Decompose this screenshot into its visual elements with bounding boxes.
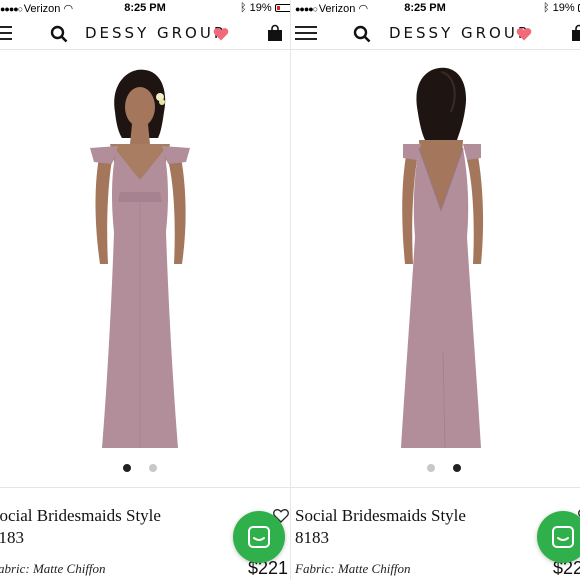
product-title: Social Bridesmaids Style 8183 bbox=[295, 505, 525, 549]
top-nav: DESSY GROUP bbox=[291, 18, 580, 50]
clock: 8:25 PM bbox=[404, 2, 446, 14]
chat-button[interactable] bbox=[537, 511, 580, 563]
screenshot-right: ●●●●○ Verizon ︎◠ 8:25 PM ᛒ 19% DESSY GRO… bbox=[290, 0, 580, 580]
brand-logo[interactable]: DESSY GROUP bbox=[389, 24, 530, 42]
status-right: ᛒ 19% bbox=[543, 2, 580, 14]
shopping-bag-icon[interactable] bbox=[267, 24, 283, 42]
product-title: Social Bridesmaids Style 8183 bbox=[0, 505, 220, 549]
chat-icon bbox=[552, 526, 574, 548]
style-number: 8183 bbox=[0, 528, 24, 547]
battery-percent: 19% bbox=[552, 2, 575, 14]
battery-icon bbox=[274, 4, 290, 12]
carousel-dot-active[interactable] bbox=[123, 464, 131, 472]
chat-button[interactable] bbox=[233, 511, 285, 563]
fabric-label: Fabric: Matte Chiffon bbox=[295, 561, 411, 576]
divider bbox=[0, 487, 290, 488]
divider bbox=[291, 487, 580, 488]
heart-icon[interactable] bbox=[516, 26, 532, 42]
carousel-dot[interactable] bbox=[149, 464, 157, 472]
product-name: Social Bridesmaids Style bbox=[295, 506, 466, 525]
carousel-dot[interactable] bbox=[427, 464, 435, 472]
battery-percent: 19% bbox=[249, 2, 272, 14]
bluetooth-icon: ᛒ bbox=[240, 2, 247, 14]
search-icon[interactable] bbox=[50, 25, 68, 43]
style-number: 8183 bbox=[295, 528, 329, 547]
product-image-front[interactable] bbox=[0, 52, 290, 457]
search-icon[interactable] bbox=[353, 25, 371, 43]
product-name: Social Bridesmaids Style bbox=[0, 506, 161, 525]
brand-logo[interactable]: DESSY GROUP bbox=[85, 24, 226, 42]
carousel-dot-active[interactable] bbox=[453, 464, 461, 472]
status-bar: ●●●●○ Verizon ︎◠ 8:25 PM ᛒ 19% bbox=[0, 0, 290, 18]
status-right: ᛒ 19% bbox=[240, 2, 290, 14]
hamburger-icon[interactable] bbox=[295, 26, 317, 42]
carousel-dots bbox=[291, 464, 580, 474]
product-image-back[interactable] bbox=[291, 52, 580, 457]
chat-icon bbox=[248, 526, 270, 548]
carousel-dots bbox=[0, 464, 290, 474]
fabric-label: Fabric: Matte Chiffon bbox=[0, 561, 106, 576]
bluetooth-icon: ᛒ bbox=[543, 2, 550, 14]
shopping-bag-icon[interactable] bbox=[571, 24, 580, 42]
hamburger-icon[interactable] bbox=[0, 26, 12, 42]
screenshot-left: ●●●●○ Verizon ︎◠ 8:25 PM ᛒ 19% DESSY GRO… bbox=[0, 0, 290, 580]
heart-icon[interactable] bbox=[213, 26, 229, 42]
status-bar: ●●●●○ Verizon ︎◠ 8:25 PM ᛒ 19% bbox=[291, 0, 580, 18]
top-nav: DESSY GROUP bbox=[0, 18, 290, 50]
